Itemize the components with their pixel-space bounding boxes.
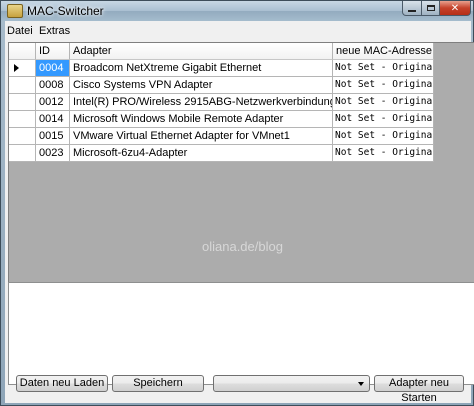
adapter-cell[interactable]: Microsoft-6zu4-Adapter [70,145,333,162]
restart-adapter-button[interactable]: Adapter neu Starten [374,375,464,404]
close-button[interactable]: ✕ [439,1,471,16]
header-corner [9,43,36,60]
watermark: oliana.de/blog [202,239,283,254]
row-header[interactable] [9,128,36,145]
id-cell[interactable]: 0004 [36,60,70,77]
app-window: MAC-Switcher ✕ Datei Extras ID Adapter n… [0,0,474,406]
adapter-cell[interactable]: Broadcom NetXtreme Gigabit Ethernet [70,60,333,77]
table-row[interactable]: 0015 VMware Virtual Ethernet Adapter for … [9,128,434,145]
column-header-mac[interactable]: neue MAC-Adresse [333,43,434,60]
row-pointer-icon [14,64,19,72]
row-header[interactable] [9,77,36,94]
adapter-cell[interactable]: Microsoft Windows Mobile Remote Adapter [70,111,333,128]
save-button[interactable]: Speichern [112,375,204,392]
table-row[interactable]: 0008 Cisco Systems VPN Adapter Not Set - O… [9,77,434,94]
window-title: MAC-Switcher [27,4,104,18]
mac-cell[interactable]: Not Set - Original [333,145,434,162]
minimize-icon [408,10,416,12]
mac-cell[interactable]: Not Set - Original [333,128,434,145]
id-cell[interactable]: 0015 [36,128,70,145]
table-row[interactable]: 0023 Microsoft-6zu4-Adapter Not Set - Orig… [9,145,434,162]
mac-cell[interactable]: Not Set - Original [333,77,434,94]
id-cell[interactable]: 0012 [36,94,70,111]
minimize-button[interactable] [402,1,422,16]
adapter-cell[interactable]: VMware Virtual Ethernet Adapter for VMne… [70,128,333,145]
column-header-id[interactable]: ID [36,43,70,60]
log-output[interactable] [8,282,474,385]
maximize-icon [426,5,435,11]
maximize-button[interactable] [421,1,440,16]
menu-bar: Datei Extras [5,21,471,41]
adapter-grid[interactable]: ID Adapter neue MAC-Adresse 0004 Broadcom… [8,42,474,298]
client-area: Datei Extras ID Adapter neue MAC-Adresse… [5,21,474,404]
title-bar[interactable]: MAC-Switcher ✕ [1,1,473,21]
mac-cell[interactable]: Not Set - Original [333,111,434,128]
close-icon: ✕ [450,2,460,14]
table-row[interactable]: 0004 Broadcom NetXtreme Gigabit Ethernet N… [9,60,434,77]
menu-extras[interactable]: Extras [39,25,70,37]
row-header[interactable] [9,94,36,111]
id-cell[interactable]: 0014 [36,111,70,128]
adapter-select[interactable] [213,375,370,392]
app-icon [7,4,23,18]
id-cell[interactable]: 0008 [36,77,70,94]
menu-datei[interactable]: Datei [7,25,33,37]
adapter-cell[interactable]: Cisco Systems VPN Adapter [70,77,333,94]
column-header-adapter[interactable]: Adapter [70,43,333,60]
row-header[interactable] [9,111,36,128]
table-row[interactable]: 0014 Microsoft Windows Mobile Remote Adap… [9,111,434,128]
row-header[interactable] [9,60,36,77]
grid-header: ID Adapter neue MAC-Adresse [9,43,434,60]
id-cell[interactable]: 0023 [36,145,70,162]
adapter-cell[interactable]: Intel(R) PRO/Wireless 2915ABG-Netzwerkve… [70,94,333,111]
table-row[interactable]: 0012 Intel(R) PRO/Wireless 2915ABG-Netzwe… [9,94,434,111]
chevron-down-icon[interactable] [358,382,364,386]
mac-cell[interactable]: Not Set - Original [333,60,434,77]
row-header[interactable] [9,145,36,162]
reload-button[interactable]: Daten neu Laden [16,375,108,392]
mac-cell[interactable]: Not Set - Original [333,94,434,111]
